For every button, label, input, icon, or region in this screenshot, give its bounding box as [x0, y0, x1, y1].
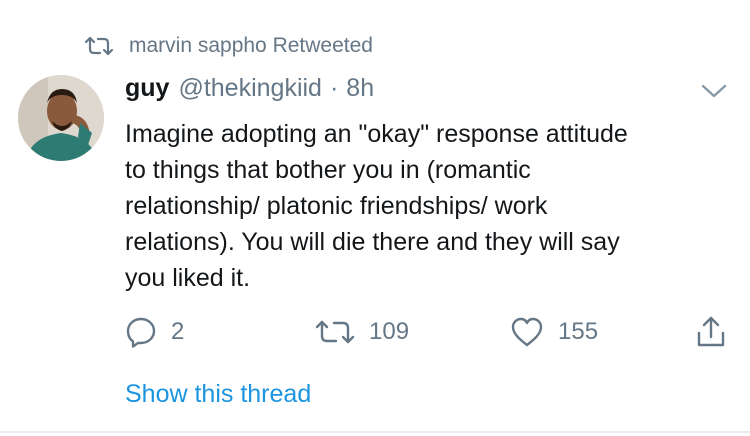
tweet-time[interactable]: 8h	[346, 74, 374, 103]
chevron-down-icon[interactable]	[700, 82, 728, 100]
show-thread-link[interactable]: Show this thread	[125, 380, 311, 409]
author-handle[interactable]: @thekingkiid	[178, 74, 322, 103]
tweet-card[interactable]: marvin sappho Retweeted guy @thekingkiid…	[0, 0, 750, 436]
retweet-count: 109	[369, 318, 410, 345]
retweet-button[interactable]: 109	[315, 312, 409, 352]
retweet-icon	[315, 318, 355, 346]
like-count: 155	[558, 318, 599, 345]
tweet-actions: 2 109 155	[125, 312, 730, 352]
tweet-header: guy @thekingkiid · 8h	[125, 74, 374, 103]
share-icon	[695, 315, 727, 349]
heart-icon	[510, 316, 544, 348]
like-button[interactable]: 155	[510, 312, 598, 352]
retweet-context-text[interactable]: marvin sappho Retweeted	[129, 34, 373, 58]
retweet-context: marvin sappho Retweeted	[84, 33, 373, 59]
divider	[0, 431, 750, 433]
tweet-text: Imagine adopting an "okay" response atti…	[125, 120, 628, 292]
share-button[interactable]	[695, 312, 727, 352]
retweet-icon	[84, 35, 114, 57]
author-name[interactable]: guy	[125, 74, 169, 103]
reply-icon	[125, 316, 157, 348]
reply-count: 2	[171, 318, 185, 345]
reply-button[interactable]: 2	[125, 312, 184, 352]
separator-dot: ·	[329, 74, 339, 102]
avatar[interactable]	[18, 75, 104, 161]
